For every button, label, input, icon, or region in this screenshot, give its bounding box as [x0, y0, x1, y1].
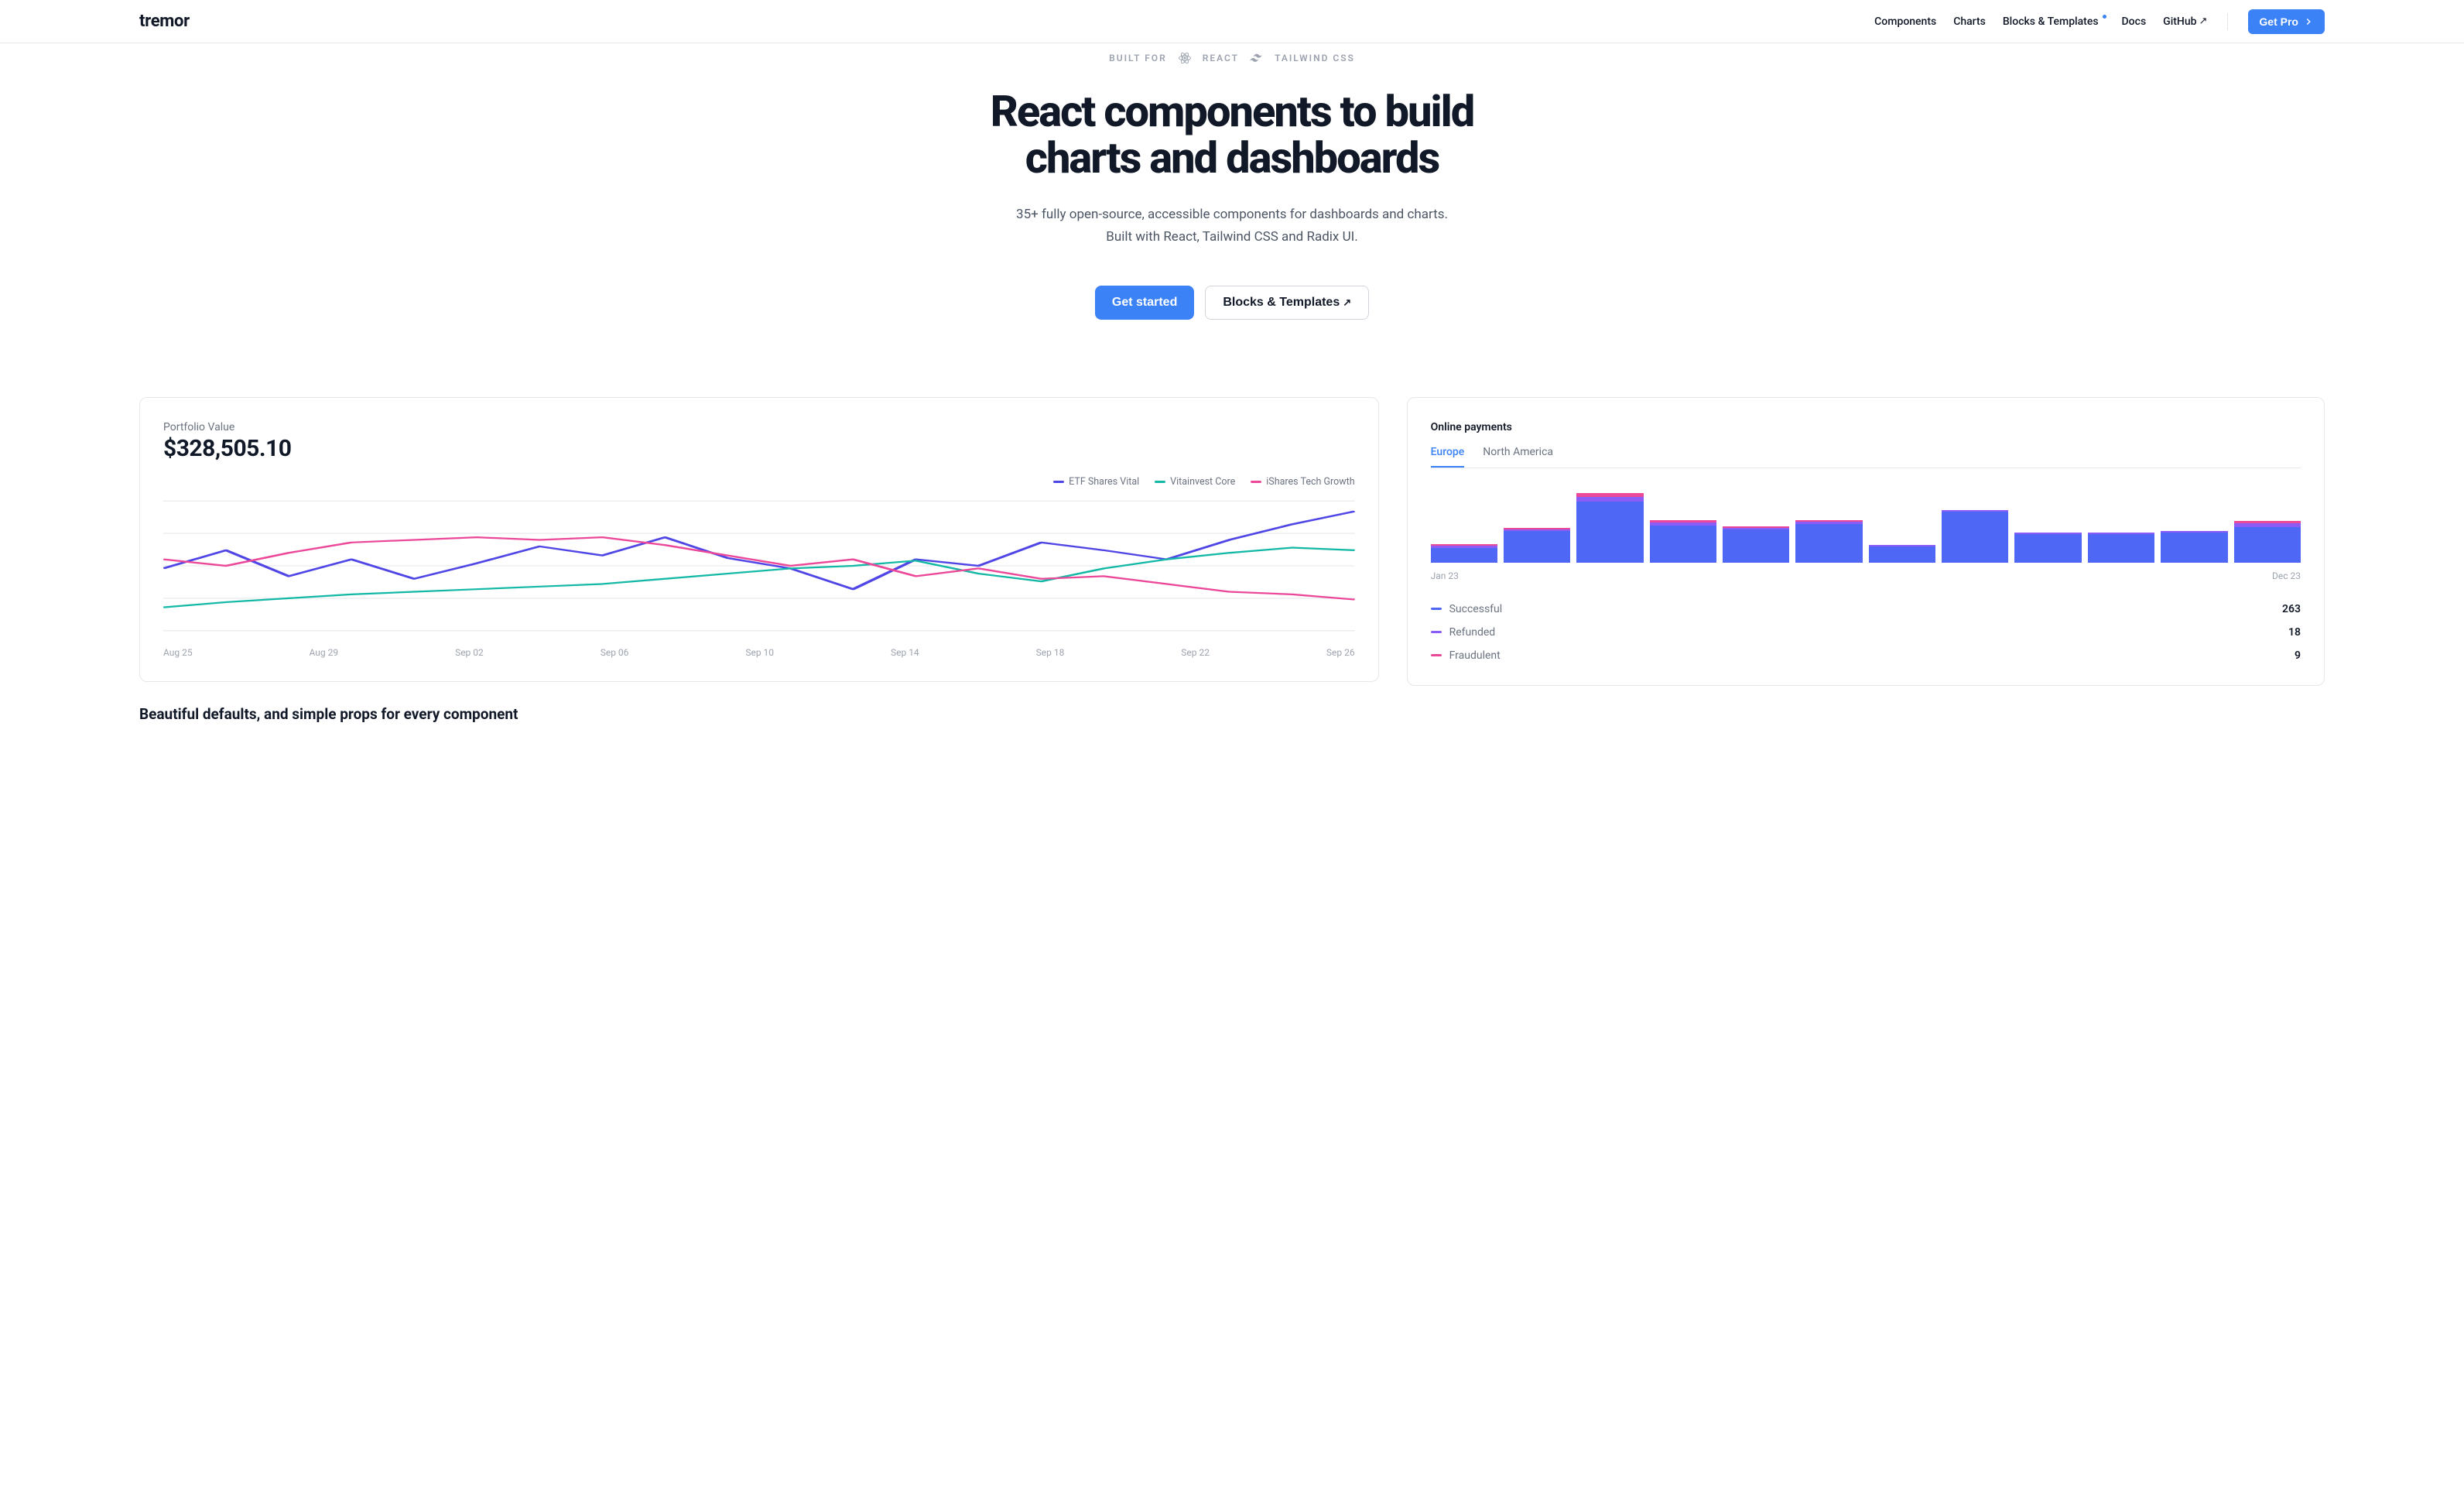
tailwind-icon [1250, 51, 1264, 65]
bar-group [2088, 533, 2154, 562]
x-tick: Sep 02 [455, 647, 484, 658]
bar-segment [1650, 526, 1716, 563]
get-pro-button[interactable]: Get Pro [2248, 9, 2325, 34]
bar-x-start: Jan 23 [1431, 570, 1459, 581]
site-header: tremor Components Charts Blocks & Templa… [0, 0, 2464, 43]
stat-value: 263 [2282, 603, 2301, 615]
bar-group [1869, 545, 1935, 563]
stat-row-refunded: Refunded 18 [1431, 626, 2301, 639]
bar-group [1576, 493, 1643, 563]
nav-separator [2227, 13, 2228, 30]
tailwind-label: TAILWIND CSS [1275, 53, 1355, 63]
external-link-icon: ↗ [2199, 15, 2208, 27]
x-tick: Aug 29 [310, 647, 339, 658]
legend-item-ishares: iShares Tech Growth [1251, 476, 1354, 488]
react-label: REACT [1203, 53, 1239, 63]
bar-segment [1576, 502, 1643, 563]
hero: BUILT FOR REACT TAILWIND CSS React compo… [0, 43, 2464, 358]
bar-segment [2088, 534, 2154, 562]
blocks-templates-button[interactable]: Blocks & Templates↗ [1205, 286, 1369, 320]
bar-segment [2014, 534, 2081, 562]
bar-group [1431, 544, 1497, 563]
left-column: Portfolio Value $328,505.10 ETF Shares V… [139, 397, 1379, 723]
stat-value: 9 [2295, 649, 2301, 662]
tab-north-america[interactable]: North America [1483, 446, 1553, 468]
external-link-icon: ↗ [1343, 296, 1351, 309]
legend-item-etf: ETF Shares Vital [1053, 476, 1139, 488]
bar-segment [1431, 548, 1497, 563]
stat-row-fraudulent: Fraudulent 9 [1431, 649, 2301, 662]
x-tick: Sep 06 [601, 647, 629, 658]
portfolio-card: Portfolio Value $328,505.10 ETF Shares V… [139, 397, 1379, 682]
react-icon [1178, 51, 1192, 65]
stat-swatch [1431, 654, 1442, 656]
x-tick: Sep 10 [745, 647, 774, 658]
x-tick: Sep 22 [1181, 647, 1210, 658]
bar-segment [1942, 512, 2008, 562]
built-for-label: BUILT FOR [1109, 53, 1167, 63]
bar-x-end: Dec 23 [2272, 570, 2301, 581]
bar-segment [1504, 531, 1570, 562]
bar-group [2014, 533, 2081, 562]
built-for-row: BUILT FOR REACT TAILWIND CSS [0, 51, 2464, 65]
stat-row-successful: Successful 263 [1431, 603, 2301, 615]
right-column: Online payments Europe North America Jan… [1407, 397, 2325, 686]
payments-stats: Successful 263 Refunded 18 Fraudulent 9 [1431, 603, 2301, 662]
legend-swatch [1251, 481, 1261, 483]
stat-swatch [1431, 608, 1442, 610]
bar-group [1650, 520, 1716, 563]
stat-swatch [1431, 631, 1442, 633]
payments-title: Online payments [1431, 421, 2301, 433]
bar-segment [2234, 527, 2301, 563]
chevron-right-icon [2303, 16, 2314, 27]
hero-subtitle: 35+ fully open-source, accessible compon… [0, 204, 2464, 248]
nav-blocks[interactable]: Blocks & Templates [2003, 15, 2105, 28]
bar-group [1504, 528, 1570, 563]
bar-group [1723, 526, 1789, 563]
bar-chart-x-axis: Jan 23 Dec 23 [1431, 570, 2301, 581]
stat-value: 18 [2288, 626, 2301, 639]
content-row: Portfolio Value $328,505.10 ETF Shares V… [0, 358, 2464, 738]
legend-swatch [1155, 481, 1165, 483]
bar-group [2161, 531, 2227, 562]
main-nav: Components Charts Blocks & Templates Doc… [1874, 9, 2325, 34]
hero-title: React components to build charts and das… [0, 88, 2464, 182]
brand-logo[interactable]: tremor [139, 12, 190, 31]
payments-bar-chart [1431, 488, 2301, 563]
get-started-button[interactable]: Get started [1095, 286, 1194, 320]
hero-ctas: Get started Blocks & Templates↗ [0, 286, 2464, 320]
x-tick: Sep 14 [891, 647, 919, 658]
line-chart-x-axis: Aug 25 Aug 29 Sep 02 Sep 06 Sep 10 Sep 14 Sep … [163, 647, 1355, 658]
x-tick: Sep 26 [1326, 647, 1355, 658]
nav-docs[interactable]: Docs [2122, 15, 2147, 28]
nav-charts[interactable]: Charts [1953, 15, 1986, 28]
legend-swatch [1053, 481, 1064, 483]
bar-group [2234, 521, 2301, 563]
bar-segment [1869, 546, 1935, 563]
bar-segment [1723, 529, 1789, 562]
bar-group [1942, 510, 2008, 563]
bar-segment [2161, 533, 2227, 562]
tab-europe[interactable]: Europe [1431, 446, 1465, 468]
badge-dot-icon [2103, 15, 2106, 19]
nav-github[interactable]: GitHub↗ [2163, 15, 2207, 28]
x-tick: Sep 18 [1036, 647, 1065, 658]
bar-segment [1795, 524, 1862, 563]
legend-item-vita: Vitainvest Core [1155, 476, 1235, 488]
left-caption: Beautiful defaults, and simple props for… [139, 705, 1379, 723]
portfolio-line-chart [163, 492, 1355, 639]
x-tick: Aug 25 [163, 647, 193, 658]
nav-components[interactable]: Components [1874, 15, 1936, 28]
payments-tabs: Europe North America [1431, 446, 2301, 468]
portfolio-value: $328,505.10 [163, 435, 1355, 462]
bar-group [1795, 520, 1862, 563]
line-chart-legend: ETF Shares Vital Vitainvest Core iShares… [163, 476, 1355, 488]
portfolio-label: Portfolio Value [163, 421, 1355, 433]
payments-card: Online payments Europe North America Jan… [1407, 397, 2325, 686]
